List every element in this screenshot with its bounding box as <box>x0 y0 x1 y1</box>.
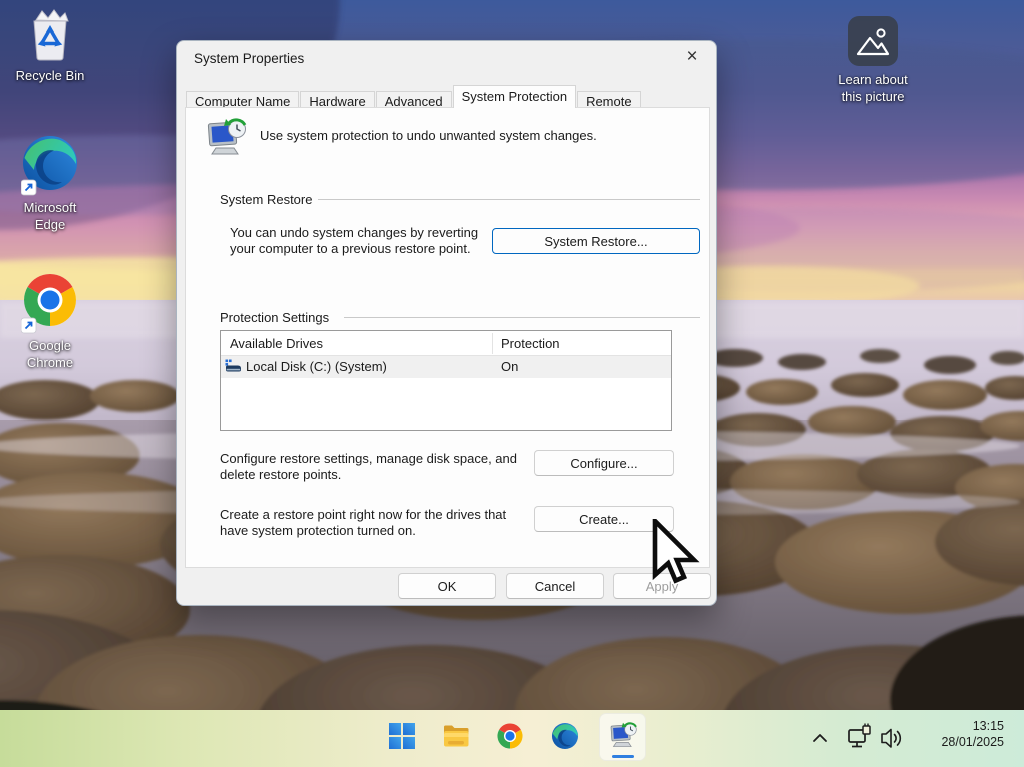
dialog-title: System Properties <box>194 51 305 66</box>
table-header-row: Available Drives Protection <box>221 331 671 356</box>
ok-button[interactable]: OK <box>398 573 496 599</box>
system-restore-text: You can undo system changes by reverting… <box>230 225 479 256</box>
drive-name: Local Disk (C:) (System) <box>246 359 387 374</box>
protection-settings-heading: Protection Settings <box>220 310 330 325</box>
tray-chevron-up-icon[interactable] <box>808 710 832 767</box>
tray-network-icon[interactable] <box>846 710 874 767</box>
close-icon[interactable]: × <box>676 44 708 72</box>
picture-info-icon <box>848 16 898 66</box>
start-button[interactable] <box>388 722 416 750</box>
dialog-footer: OK Cancel Apply <box>177 566 716 605</box>
desktop-icon-label: Recycle Bin <box>15 68 85 83</box>
group-divider <box>318 199 700 200</box>
desktop-icon-learn-about-picture[interactable]: Learn about this picture <box>823 16 923 105</box>
desktop-icon-edge[interactable]: Microsoft Edge <box>0 134 100 233</box>
create-description: Create a restore point right now for the… <box>220 507 507 538</box>
tray-time: 13:15 <box>972 719 1004 733</box>
table-row-local-disk-c[interactable]: Local Disk (C:) (System) On <box>221 356 671 378</box>
column-header-available-drives[interactable]: Available Drives <box>230 336 323 351</box>
configure-description: Configure restore settings, manage disk … <box>220 451 518 482</box>
tray-date: 28/01/2025 <box>941 735 1004 749</box>
tray-clock[interactable]: 13:15 28/01/2025 <box>941 718 1004 750</box>
desktop: Recycle Bin Microsoft Edge Google Chrome… <box>0 0 1024 767</box>
column-divider <box>492 333 493 354</box>
mouse-cursor <box>652 519 700 584</box>
desktop-icon-label: Google Chrome <box>26 338 74 370</box>
configure-button[interactable]: Configure... <box>534 450 674 476</box>
desktop-icon-recycle-bin[interactable]: Recycle Bin <box>0 8 100 84</box>
desktop-icon-label: Microsoft Edge <box>23 200 77 232</box>
column-header-protection[interactable]: Protection <box>501 336 560 351</box>
system-protection-tab-page: Use system protection to undo unwanted s… <box>185 107 710 568</box>
hard-drive-icon <box>225 359 241 372</box>
edge-taskbar-icon[interactable] <box>551 722 579 750</box>
system-protection-icon <box>207 118 247 155</box>
desktop-icon-label: Learn about this picture <box>838 72 908 104</box>
tab-intro-text: Use system protection to undo unwanted s… <box>260 128 597 143</box>
tray-volume-icon[interactable] <box>878 710 906 767</box>
chrome-taskbar-icon[interactable] <box>496 722 524 750</box>
cancel-button[interactable]: Cancel <box>506 573 604 599</box>
recycle-bin-icon <box>33 9 69 61</box>
desktop-icon-chrome[interactable]: Google Chrome <box>0 272 100 371</box>
active-app-indicator <box>612 755 634 758</box>
tab-system-protection[interactable]: System Protection <box>452 85 577 108</box>
system-properties-taskbar-icon[interactable] <box>608 720 638 750</box>
system-restore-heading: System Restore <box>220 192 313 207</box>
group-divider <box>344 317 700 318</box>
file-explorer-icon[interactable] <box>442 722 470 750</box>
system-properties-dialog: System Properties × Computer Name Hardwar… <box>176 40 717 606</box>
protection-status: On <box>501 359 519 374</box>
edge-icon <box>21 136 77 196</box>
dialog-tab-strip: Computer Name Hardware Advanced System Prot… <box>186 85 642 111</box>
dialog-title-bar[interactable]: System Properties × <box>177 41 716 75</box>
protection-settings-table[interactable]: Available Drives Protection Local Disk (… <box>220 330 672 431</box>
chrome-icon <box>21 274 76 334</box>
system-restore-button[interactable]: System Restore... <box>492 228 700 254</box>
